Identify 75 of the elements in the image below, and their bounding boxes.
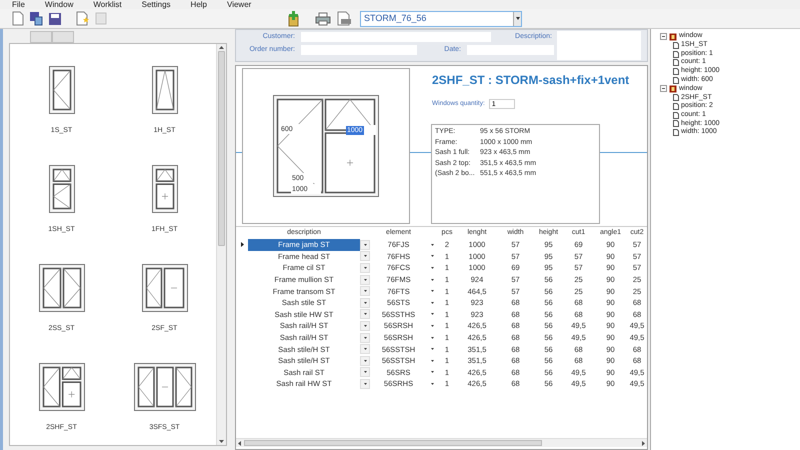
dropdown-button[interactable] xyxy=(360,356,370,366)
window-thumbnail-drawing xyxy=(38,264,84,312)
add-document-icon xyxy=(287,10,299,27)
floppy-icon xyxy=(48,12,62,26)
collapse-icon[interactable] xyxy=(660,33,667,40)
profile-dropdown[interactable]: STORM_76_56 xyxy=(360,10,522,26)
caret-icon xyxy=(364,371,366,374)
window-thumbnail-drawing xyxy=(48,165,74,213)
caret-icon xyxy=(364,348,366,350)
disabled-icon xyxy=(95,12,107,25)
caret-icon xyxy=(516,17,520,20)
dropdown-button[interactable] xyxy=(360,262,370,273)
window-title: 2SHF_ST : STORM-sash+fix+1vent xyxy=(432,73,630,87)
caret-icon xyxy=(430,360,434,362)
caret-icon xyxy=(430,255,434,258)
save-as-icon xyxy=(29,11,43,26)
row-pointer-icon xyxy=(240,242,244,248)
right-arrow-icon xyxy=(642,440,645,446)
dropdown-button[interactable] xyxy=(360,332,370,343)
caret-icon xyxy=(364,382,366,385)
caret-icon xyxy=(364,360,366,362)
caret-icon xyxy=(364,336,366,339)
caret-icon xyxy=(430,382,434,385)
menu-item[interactable]: File xyxy=(12,1,25,9)
horizontal-scrollbar[interactable] xyxy=(236,438,647,447)
menu-item[interactable]: Settings xyxy=(142,1,171,9)
dropdown-button[interactable] xyxy=(360,378,370,389)
dropdown-button[interactable] xyxy=(360,367,370,378)
dropdown-button[interactable] xyxy=(360,251,370,262)
caret-icon xyxy=(364,266,366,269)
caret-icon xyxy=(364,313,366,316)
dropdown-button[interactable] xyxy=(360,274,370,285)
dropdown-button[interactable] xyxy=(360,320,370,331)
caret-icon xyxy=(364,290,366,292)
caret-icon xyxy=(430,348,434,350)
caret-icon xyxy=(430,266,434,269)
scrollbar-thumb[interactable] xyxy=(244,440,542,446)
caret-icon xyxy=(364,244,366,246)
window-thumbnail-drawing xyxy=(48,66,74,114)
caret-icon xyxy=(364,255,366,258)
window-thumbnail-drawing xyxy=(134,363,196,411)
dropdown-arrow-button[interactable] xyxy=(513,12,521,26)
caret-icon xyxy=(430,244,434,246)
dropdown-button[interactable] xyxy=(360,344,370,354)
down-arrow-icon xyxy=(219,440,224,443)
menu-item[interactable]: Window xyxy=(44,1,74,9)
caret-icon xyxy=(364,302,366,304)
caret-icon xyxy=(430,313,434,316)
caret-icon xyxy=(430,290,434,292)
up-arrow-icon xyxy=(219,46,224,49)
window-node-icon xyxy=(669,84,677,93)
caret-icon xyxy=(430,371,434,374)
dropdown-button[interactable] xyxy=(360,240,370,250)
left-arrow-icon xyxy=(238,440,241,446)
caret-icon xyxy=(364,324,366,327)
window-thumbnail-drawing xyxy=(152,165,178,213)
menu-item[interactable]: Worklist xyxy=(93,1,122,9)
window-thumbnail-drawing xyxy=(142,264,188,312)
collapse-icon[interactable] xyxy=(660,85,667,92)
dropdown-button[interactable] xyxy=(360,298,370,308)
printer-icon xyxy=(315,12,331,26)
menu-item[interactable]: Help xyxy=(190,1,207,9)
dropdown-button[interactable] xyxy=(360,286,370,296)
scrollbar-thumb[interactable] xyxy=(218,51,225,246)
window-thumbnail-drawing xyxy=(38,363,84,411)
menu-item[interactable]: Viewer xyxy=(227,1,252,9)
scrollbar[interactable] xyxy=(216,44,226,445)
dropdown-button[interactable] xyxy=(360,309,370,320)
caret-icon xyxy=(430,302,434,304)
caret-icon xyxy=(364,278,366,281)
window-thumbnail-drawing xyxy=(152,66,178,114)
caret-icon xyxy=(430,278,434,281)
caret-icon xyxy=(430,324,434,327)
caret-icon xyxy=(430,336,434,339)
window-node-icon xyxy=(669,32,677,40)
